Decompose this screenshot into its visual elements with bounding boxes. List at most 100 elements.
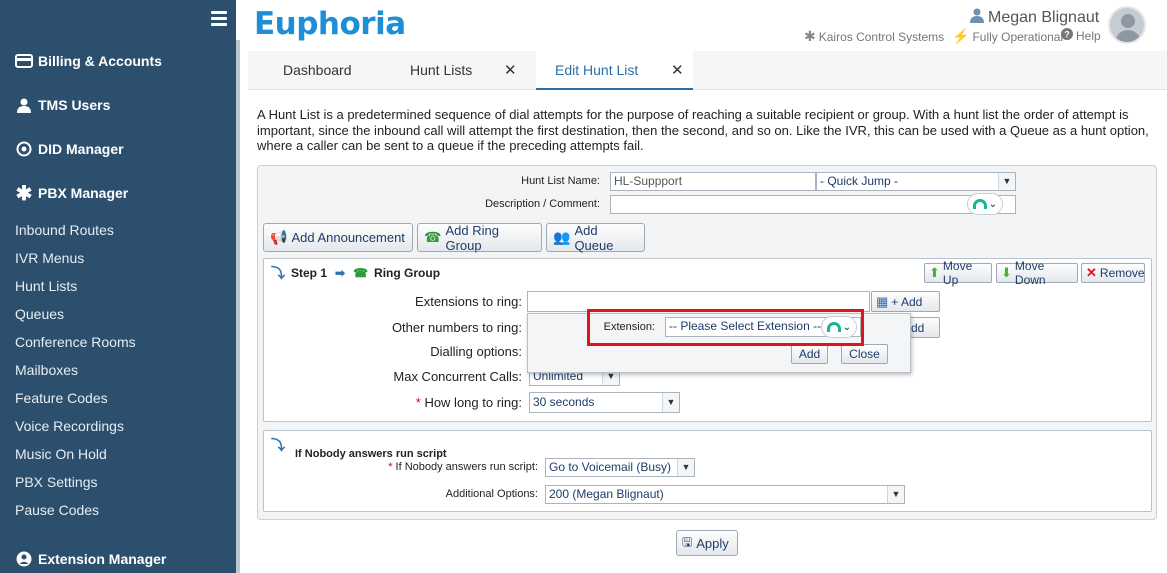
sidebar-item-queues[interactable]: Queues (15, 306, 64, 322)
button-label: Remove (1099, 266, 1145, 280)
sidebar-item-mailboxes[interactable]: Mailboxes (15, 362, 78, 378)
run-script-label-text: If Nobody answers run script: (395, 461, 538, 473)
step-arrow-icon: ⤵ (271, 265, 285, 281)
how-long-select[interactable]: 30 seconds ▼ (529, 392, 680, 413)
chevron-down-icon: ▼ (662, 393, 679, 412)
user-menu[interactable]: Megan Blignaut (970, 8, 1099, 28)
how-long-label-text: How long to ring: (424, 395, 522, 410)
additional-options-label: Additional Options: (445, 488, 538, 500)
phone-icon: ☎ (353, 266, 369, 280)
move-up-button[interactable]: ⬆ Move Up (924, 259, 992, 287)
asterisk-icon: ✱ (804, 28, 816, 44)
user-icon (970, 8, 984, 28)
quick-jump-select[interactable]: - Quick Jump - ▼ (816, 172, 1016, 191)
other-numbers-add-button[interactable]: dd (906, 317, 940, 338)
person-circle-icon (15, 551, 33, 567)
phone-icon: ☎ (424, 229, 442, 245)
calendar-icon: ▦ (876, 293, 889, 309)
sidebar-section-did-manager[interactable]: DID Manager (15, 141, 124, 157)
add-announcement-button[interactable]: 📢 Add Announcement (263, 223, 413, 252)
apply-button[interactable]: 🖫 Apply (676, 530, 738, 556)
sidebar-section-billing[interactable]: Billing & Accounts (15, 53, 162, 69)
intro-text: A Hunt List is a predetermined sequence … (257, 107, 1149, 153)
remove-button[interactable]: ✕ Remove (1081, 263, 1145, 283)
popup-add-button[interactable]: Add (791, 344, 828, 364)
tab-bar (248, 51, 1167, 90)
users-icon: 👥 (553, 229, 571, 245)
company-label: Kairos Control Systems (818, 29, 945, 44)
button-label: Move Up (942, 259, 973, 287)
sidebar-item-ivr-menus[interactable]: IVR Menus (15, 250, 84, 266)
extensions-add-button[interactable]: ▦ + Add (871, 291, 940, 312)
sidebar-item-conference-rooms[interactable]: Conference Rooms (15, 334, 136, 350)
other-numbers-label: Other numbers to ring: (391, 320, 522, 335)
run-script-label: * If Nobody answers run script: (388, 461, 538, 473)
how-long-label: * How long to ring: (415, 395, 522, 410)
user-icon (15, 97, 33, 113)
button-label: Move Down (1014, 259, 1046, 287)
sidebar-item-feature-codes[interactable]: Feature Codes (15, 390, 108, 406)
button-label: Add Ring Group (445, 222, 499, 253)
tab-dashboard[interactable]: Dashboard (283, 51, 352, 90)
billing-icon (15, 53, 33, 69)
step-title: Step 1 (291, 266, 328, 280)
button-label: Add Queue (574, 222, 614, 253)
extensions-label: Extensions to ring: (415, 294, 522, 309)
sidebar-item-music-on-hold[interactable]: Music On Hold (15, 446, 107, 462)
sidebar-section-label: PBX Manager (38, 185, 129, 201)
sidebar-section-pbx-manager[interactable]: ✱ PBX Manager (15, 182, 129, 205)
chevron-down-icon: ▼ (887, 486, 904, 503)
tab-edit-hunt-list[interactable]: Edit Hunt List (536, 51, 693, 90)
assistant-widget-icon[interactable]: ⌄ (967, 193, 1003, 215)
sidebar-section-label: TMS Users (38, 97, 111, 113)
description-input[interactable] (610, 195, 1016, 214)
button-label: Apply (696, 535, 729, 551)
tab-hunt-lists-close-icon[interactable]: ✕ (504, 51, 517, 90)
additional-options-select[interactable]: 200 (Megan Blignaut) ▼ (545, 485, 905, 504)
button-label: Add Announcement (291, 230, 405, 245)
save-icon: 🖫 (682, 534, 693, 549)
move-down-button[interactable]: ⬇ Move Down (996, 259, 1078, 287)
hunt-list-name-label: Hunt List Name: (521, 175, 600, 187)
additional-options-value: 200 (Megan Blignaut) (549, 487, 664, 501)
asterisk-icon: ✱ (15, 182, 33, 205)
sidebar-item-pbx-settings[interactable]: PBX Settings (15, 474, 98, 490)
button-label: dd (911, 320, 925, 335)
sidebar-section-label: Extension Manager (38, 551, 167, 567)
run-script-value: Go to Voicemail (Busy) (549, 460, 672, 474)
status-label: Fully Operational (972, 29, 1064, 44)
description-label: Description / Comment: (485, 198, 600, 210)
script-title: If Nobody answers run script (295, 448, 447, 460)
add-ring-group-button[interactable]: ☎ Add Ring Group (417, 222, 542, 253)
chevron-down-icon: ▼ (677, 459, 694, 476)
button-label: + Add (891, 294, 923, 309)
tab-hunt-lists[interactable]: Hunt Lists (410, 51, 472, 90)
how-long-value: 30 seconds (533, 395, 595, 409)
sidebar-section-label: DID Manager (38, 141, 124, 157)
popup-close-button[interactable]: Close (841, 344, 888, 364)
menu-toggle-icon[interactable] (211, 11, 227, 26)
app-logo: Euphoria (254, 6, 406, 42)
sidebar-section-extension-manager[interactable]: Extension Manager (15, 551, 166, 567)
megaphone-icon: 📢 (270, 229, 288, 245)
sidebar-item-hunt-lists[interactable]: Hunt Lists (15, 278, 77, 294)
tab-edit-hunt-list-close-icon[interactable]: ✕ (671, 51, 684, 90)
sidebar-scrollbar[interactable] (236, 40, 240, 573)
tab-label: Edit Hunt List (555, 62, 639, 78)
sidebar-section-tms-users[interactable]: TMS Users (15, 97, 110, 113)
run-script-select[interactable]: Go to Voicemail (Busy) ▼ (545, 458, 695, 477)
add-queue-button[interactable]: 👥 Add Queue (546, 222, 645, 253)
help-link[interactable]: ? Help (1061, 28, 1101, 43)
bolt-icon: ⚡ (952, 28, 970, 44)
avatar[interactable] (1108, 6, 1146, 44)
sidebar-item-voice-recordings[interactable]: Voice Recordings (15, 418, 124, 434)
hunt-list-name-input[interactable]: HL-Suppport (610, 172, 816, 191)
arrow-right-icon: ➡ (335, 266, 346, 280)
step-type: Ring Group (374, 266, 441, 280)
chevron-down-icon: ▼ (998, 173, 1015, 190)
sidebar-item-pause-codes[interactable]: Pause Codes (15, 502, 99, 518)
sidebar: Billing & Accounts TMS Users DID Manager… (0, 0, 236, 573)
step-arrow-icon: ⤵ (271, 437, 285, 453)
arrow-up-icon: ⬆ (929, 265, 940, 280)
sidebar-item-inbound-routes[interactable]: Inbound Routes (15, 222, 114, 238)
